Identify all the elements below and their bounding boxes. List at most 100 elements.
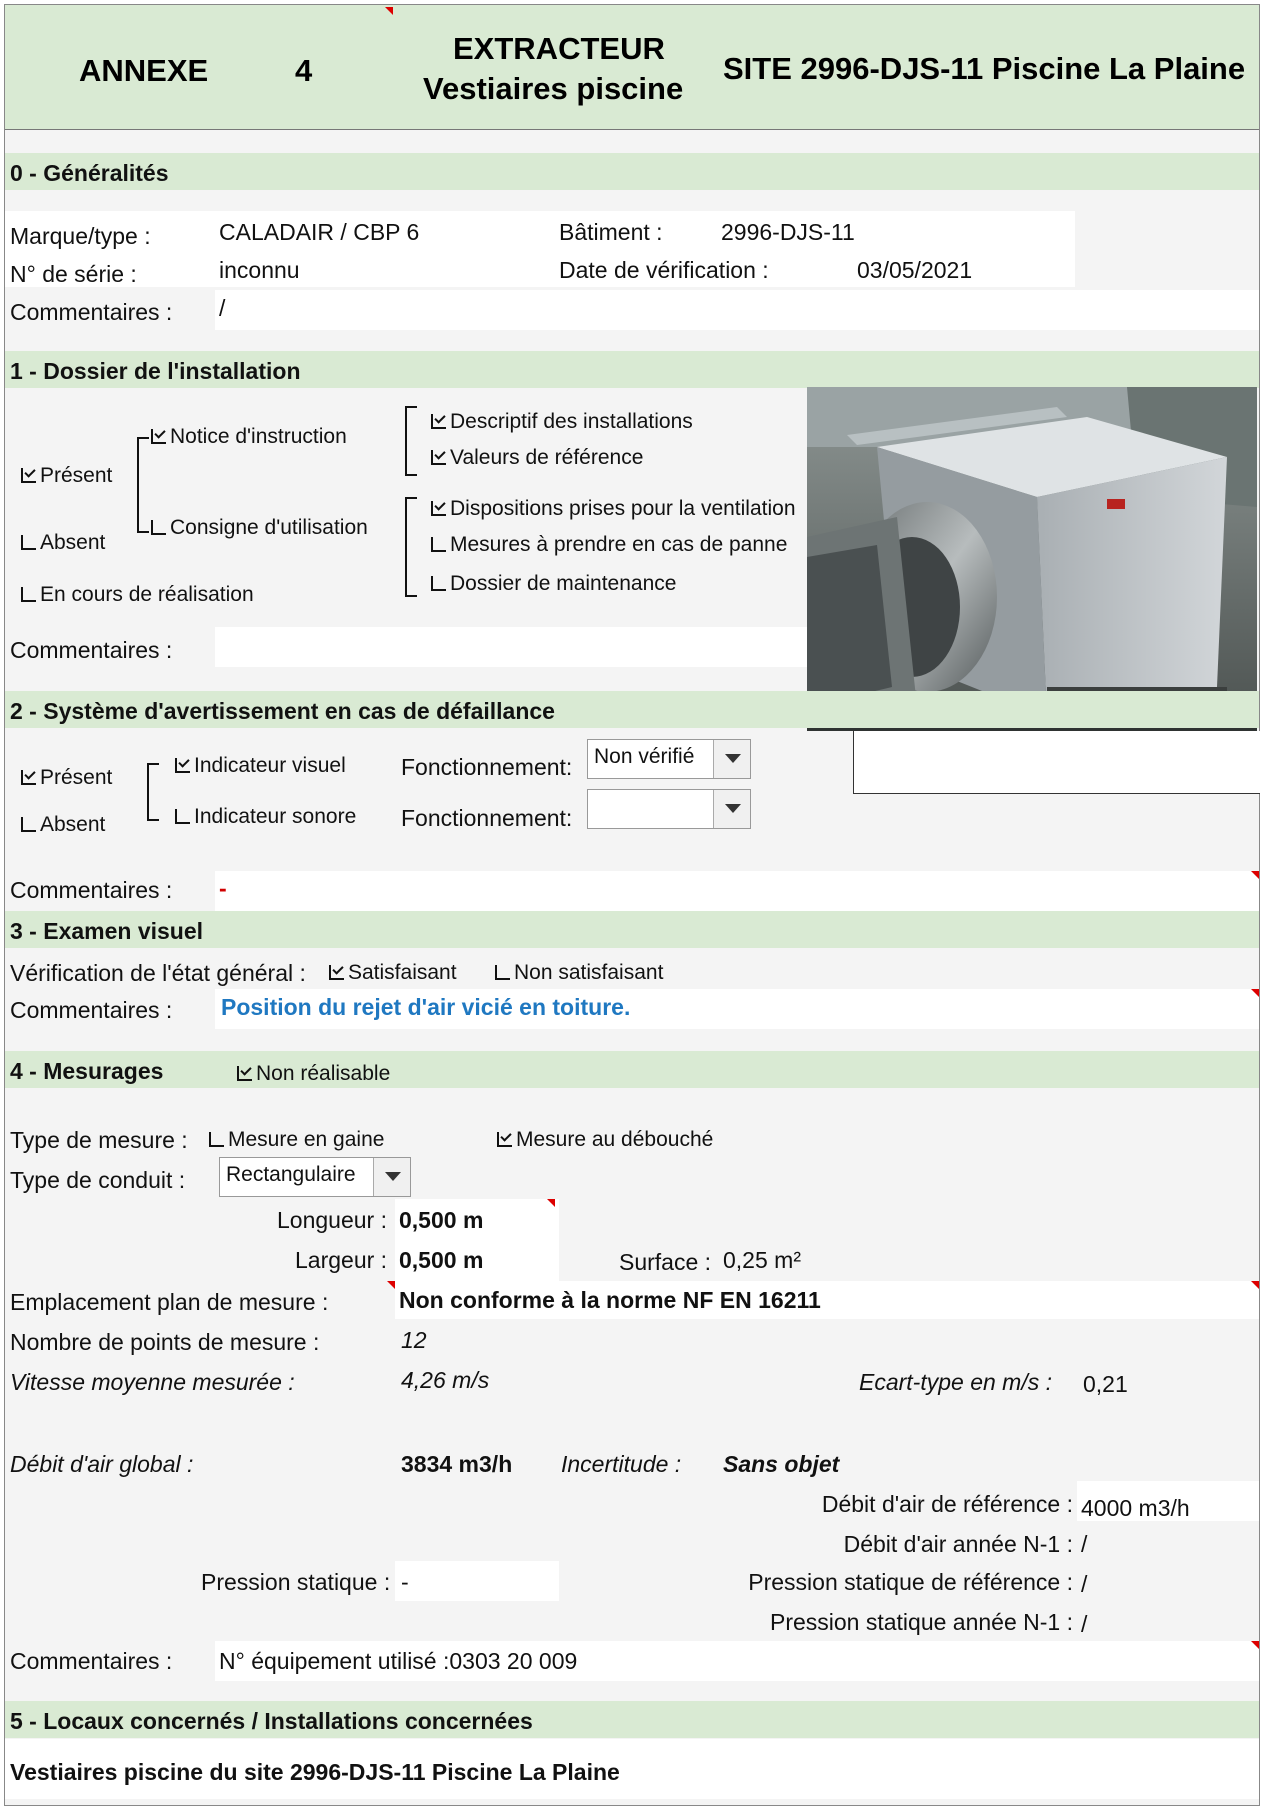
comment-marker: [1251, 1641, 1259, 1649]
emplacement-label: Emplacement plan de mesure :: [10, 1289, 329, 1315]
checkbox-en-cours[interactable]: En cours de réalisation: [21, 583, 254, 607]
date-label: Date de vérification :: [559, 257, 769, 283]
form-sheet: ANNEXE 4 EXTRACTEUR Vestiaires piscine S…: [4, 4, 1260, 1806]
checkbox-label: Absent: [40, 813, 106, 836]
checkbox-absent[interactable]: Absent: [21, 531, 105, 555]
annexe-label: ANNEXE: [79, 53, 209, 88]
batiment-value: 2996-DJS-11: [721, 219, 855, 245]
s1-comment-field[interactable]: [215, 627, 815, 667]
checkbox-label: Présent: [40, 766, 113, 789]
batiment-label: Bâtiment :: [559, 219, 663, 245]
checkbox-label: Mesures à prendre en cas de panne: [450, 533, 788, 556]
checkbox-empty-icon: [431, 537, 446, 552]
debit-n1-value: /: [1081, 1531, 1088, 1557]
surface-value: 0,25 m²: [723, 1247, 801, 1273]
checkbox-sonore[interactable]: Indicateur sonore: [175, 805, 356, 829]
surface-label: Surface :: [619, 1249, 712, 1275]
s2-comment-label: Commentaires :: [10, 877, 173, 903]
debit-label: Débit d'air global :: [10, 1451, 194, 1477]
comment-marker: [387, 1281, 395, 1289]
chevron-down-icon[interactable]: [713, 740, 750, 778]
pression-n1-label: Pression statique année N-1 :: [769, 1609, 1073, 1635]
section-4-header: 4 - Mesurages: [5, 1051, 1259, 1088]
chevron-down-icon[interactable]: [713, 790, 750, 828]
section-title: 5 - Locaux concernés / Installations con…: [10, 1708, 533, 1734]
comment-marker: [385, 7, 393, 15]
checkbox-label: En cours de réalisation: [40, 583, 254, 606]
equipment-photo: [807, 387, 1257, 731]
checkbox-mesure-debouche[interactable]: Mesure au débouché: [497, 1128, 713, 1152]
checkbox-mesure-gaine[interactable]: Mesure en gaine: [209, 1128, 384, 1152]
checkbox-label: Descriptif des installations: [450, 410, 693, 433]
type-conduit-label: Type de conduit :: [10, 1167, 186, 1193]
checkbox-notice[interactable]: Notice d'instruction: [151, 425, 347, 449]
incertitude-value: Sans objet: [723, 1451, 840, 1477]
checkbox-satisfaisant[interactable]: Satisfaisant: [329, 961, 457, 985]
pression-field[interactable]: [395, 1561, 559, 1601]
checkbox-label: Non satisfaisant: [514, 961, 664, 984]
s0-comment-field[interactable]: [215, 290, 1259, 330]
chevron-down-icon[interactable]: [373, 1158, 410, 1196]
s2-comment-field[interactable]: -: [215, 871, 1259, 911]
s0-comment-label: Commentaires :: [10, 299, 173, 325]
page: ANNEXE 4 EXTRACTEUR Vestiaires piscine S…: [0, 0, 1262, 1809]
largeur-value: 0,500 m: [399, 1247, 484, 1273]
checkbox-valeurs[interactable]: Valeurs de référence: [431, 446, 643, 470]
checkbox-label: Satisfaisant: [348, 961, 457, 984]
pression-label: Pression statique :: [201, 1569, 391, 1595]
site-title: SITE 2996-DJS-11 Piscine La Plaine: [723, 51, 1246, 86]
checkbox-checked-icon: [175, 758, 190, 773]
section-3-header: 3 - Examen visuel: [5, 911, 1259, 948]
marque-value: CALADAIR / CBP 6: [219, 219, 420, 245]
section-1-header: 1 - Dossier de l'installation: [5, 351, 1259, 388]
comment-marker: [1251, 871, 1259, 879]
nb-points-label: Nombre de points de mesure :: [10, 1329, 320, 1355]
emplacement-value: Non conforme à la norme NF EN 16211: [399, 1287, 821, 1313]
checkbox-label: Dispositions prises pour la ventilation: [450, 497, 796, 520]
checkbox-dispositions[interactable]: Dispositions prises pour la ventilation: [431, 497, 796, 521]
section-title: 3 - Examen visuel: [10, 918, 204, 944]
checkbox-empty-icon: [21, 587, 36, 602]
debit-ref-value: 4000 m3/h: [1081, 1495, 1190, 1521]
checkbox-label: Mesure au débouché: [516, 1128, 714, 1151]
verif-label: Vérification de l'état général :: [10, 960, 306, 986]
checkbox-visuel[interactable]: Indicateur visuel: [175, 754, 346, 778]
bracket-left: [137, 437, 149, 533]
checkbox-mesures-panne[interactable]: Mesures à prendre en cas de panne: [431, 533, 787, 557]
annexe-number: 4: [295, 53, 313, 88]
s0-comment-value: /: [219, 295, 226, 321]
section-title: 4 - Mesurages: [10, 1058, 164, 1084]
checkbox-label: Mesure en gaine: [228, 1128, 385, 1151]
pression-n1-value: /: [1081, 1611, 1088, 1637]
s1-comment-label: Commentaires :: [10, 637, 173, 663]
s4-comment-value: N° équipement utilisé :0303 20 009: [219, 1648, 578, 1674]
s4-comment-label: Commentaires :: [10, 1648, 173, 1674]
checkbox-present[interactable]: Présent: [21, 464, 112, 488]
s5-value: Vestiaires piscine du site 2996-DJS-11 P…: [10, 1759, 620, 1785]
fonctionnement-sonore-select[interactable]: [587, 789, 751, 829]
checkbox-consigne[interactable]: Consigne d'utilisation: [151, 516, 368, 540]
section-title: 0 - Généralités: [10, 160, 169, 186]
debit-value: 3834 m3/h: [401, 1451, 513, 1477]
date-value: 03/05/2021: [857, 257, 973, 283]
checkbox-s2-present[interactable]: Présent: [21, 766, 112, 790]
fonctionnement-visuel-select[interactable]: Non vérifié: [587, 739, 751, 779]
comment-marker: [1251, 1281, 1259, 1289]
s4-comment-field[interactable]: N° équipement utilisé :0303 20 009: [215, 1641, 1259, 1681]
largeur-label: Largeur :: [295, 1247, 388, 1273]
checkbox-checked-icon: [329, 965, 344, 980]
s3-comment-field[interactable]: Position du rejet d'air vicié en toiture…: [215, 989, 1259, 1029]
select-value: Non vérifié: [594, 745, 695, 768]
checkbox-checked-icon: [21, 468, 36, 483]
checkbox-non-satisfaisant[interactable]: Non satisfaisant: [495, 961, 663, 985]
checkbox-non-realisable[interactable]: Non réalisable: [237, 1062, 390, 1086]
checkbox-checked-icon: [431, 414, 446, 429]
nb-points-value: 12: [401, 1327, 427, 1353]
s3-comment-value: Position du rejet d'air vicié en toiture…: [221, 994, 631, 1020]
checkbox-descriptif[interactable]: Descriptif des installations: [431, 410, 693, 434]
incertitude-label: Incertitude :: [561, 1451, 682, 1477]
type-conduit-select[interactable]: Rectangulaire: [219, 1157, 411, 1197]
checkbox-s2-absent[interactable]: Absent: [21, 813, 105, 837]
title-line2: Vestiaires piscine: [423, 71, 684, 106]
checkbox-maintenance[interactable]: Dossier de maintenance: [431, 572, 676, 596]
